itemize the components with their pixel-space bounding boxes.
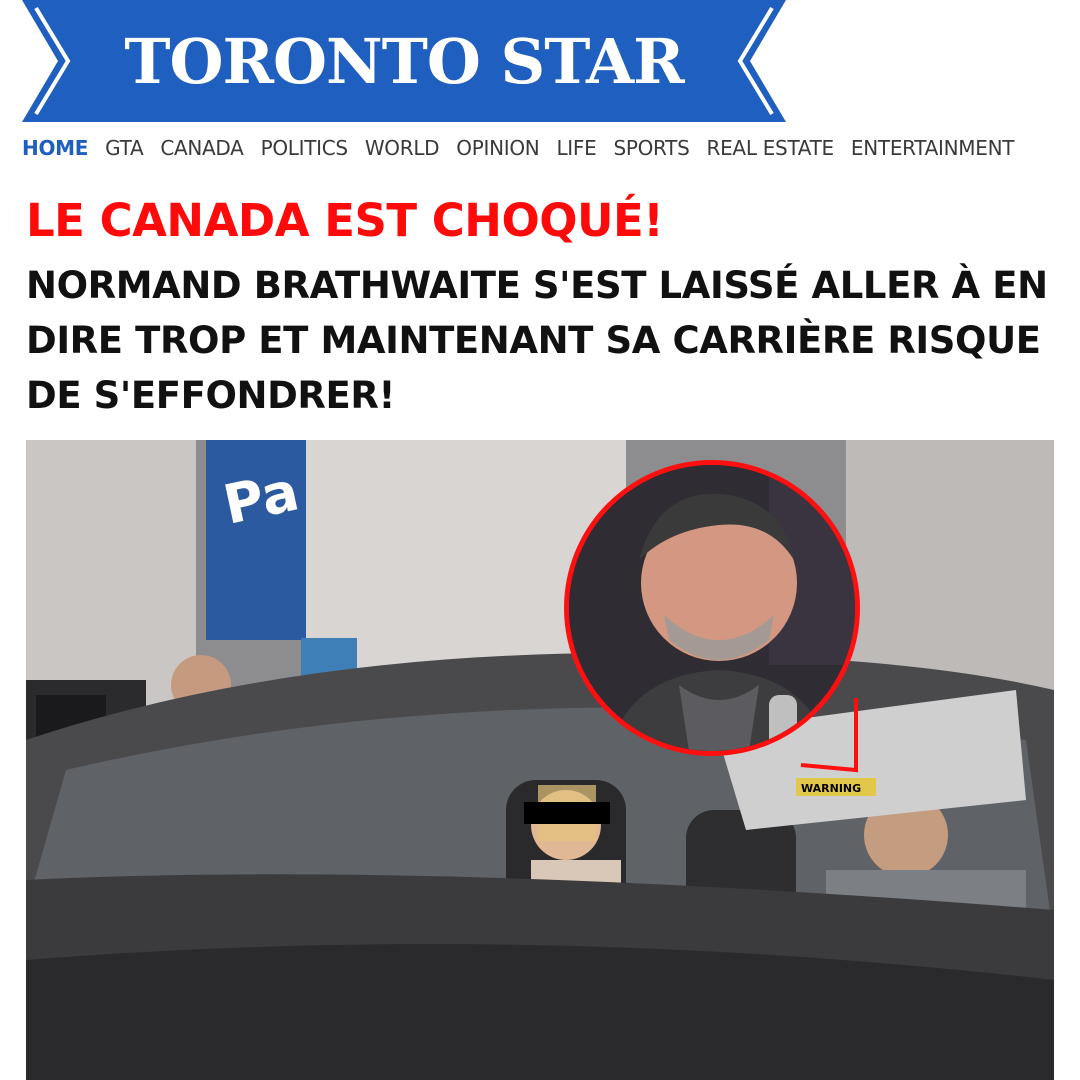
nav-item-home[interactable]: HOME [22,132,88,164]
nav-item-world[interactable]: WORLD [365,132,440,164]
brand-logo: TORONTO STAR [124,25,684,98]
censor-bar [524,802,610,824]
headline-main[interactable]: NORMAND BRATHWAITE S'EST LAISSÉ ALLER À … [26,258,1066,423]
nav-item-opinion[interactable]: OPINION [456,132,539,164]
masthead[interactable]: TORONTO STAR [22,0,786,122]
nav-item-life[interactable]: LIFE [556,132,596,164]
nav-item-real-estate[interactable]: REAL ESTATE [707,132,835,164]
car-scene-illustration: Pa WARNING [26,440,1054,1080]
inset-portrait-illustration [569,465,855,751]
nav-item-canada[interactable]: CANADA [160,132,244,164]
nav-item-sports[interactable]: SPORTS [613,132,689,164]
nav-item-entertainment[interactable]: ENTERTAINMENT [851,132,1015,164]
main-nav: HOME GTA CANADA POLITICS WORLD OPINION L… [22,132,1072,164]
article-photo[interactable]: Pa WARNING [26,440,1054,1080]
nav-item-politics[interactable]: POLITICS [261,132,349,164]
inset-portrait[interactable] [564,460,860,756]
visor-warning-label: WARNING [801,782,861,795]
headline-kicker: LE CANADA EST CHOQUÉ! [26,194,664,247]
nav-item-gta[interactable]: GTA [105,132,144,164]
